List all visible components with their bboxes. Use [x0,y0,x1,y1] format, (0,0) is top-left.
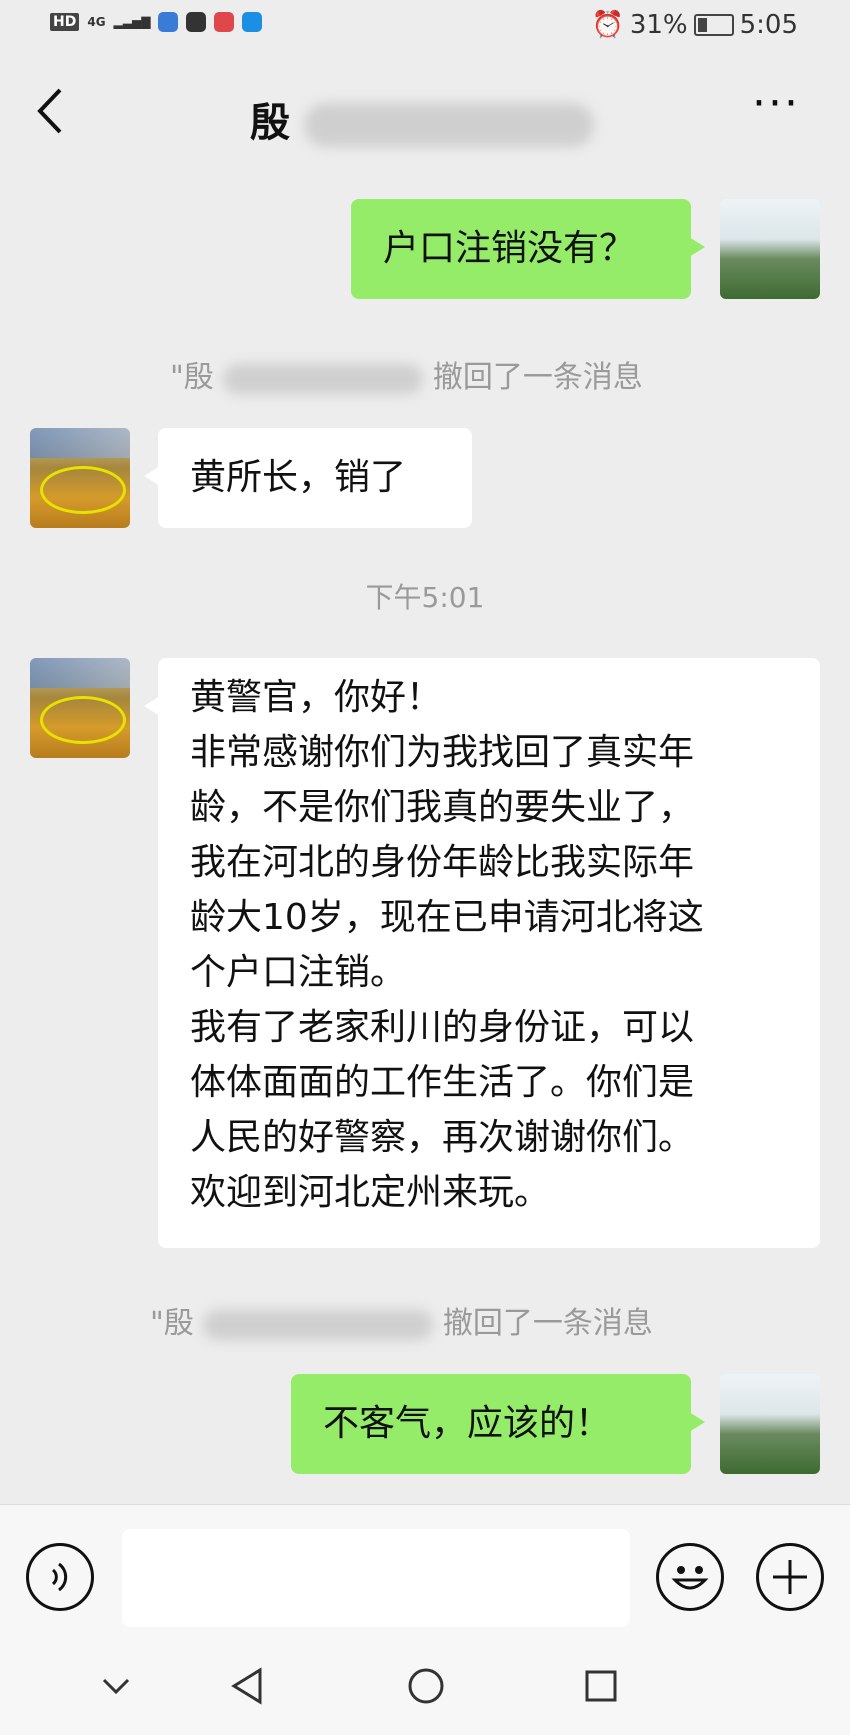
browser-app-icon [158,12,179,32]
status-left: HD 4G ▂▃▅▇ [50,12,263,32]
message-text: 户口注销没有？ [383,228,636,269]
nav-recents-button[interactable] [583,1666,619,1716]
back-button[interactable] [34,86,64,141]
recents-square-icon [585,1670,617,1702]
message-bubble-other[interactable]: 黄所长，销了 [144,428,472,528]
battery-icon [693,14,734,36]
status-bar: HD 4G ▂▃▅▇ ⏰ 31% 5:05 [0,0,850,52]
message-bubble-other-long[interactable]: 黄警官，你好！ 非常感谢你们为我找回了真实年 龄，不是你们我真的要失业了， 我在… [144,658,820,1248]
contact-avatar[interactable] [30,658,130,758]
contact-avatar[interactable] [30,428,130,528]
voice-button[interactable] [26,1543,94,1611]
battery-percent: 31% [629,10,688,40]
more-dots-icon: ··· [752,78,800,129]
alarm-icon: ⏰ [591,10,624,40]
message-bubble-me[interactable]: 不客气，应该的！ [291,1374,705,1474]
emoji-button[interactable] [656,1543,724,1611]
voice-icon [51,1562,68,1592]
redacted-name [303,103,594,147]
chat-title: 殷 [250,90,594,148]
my-avatar[interactable] [720,199,820,299]
chevron-down-button[interactable] [100,1666,132,1716]
home-circle-icon [408,1668,444,1704]
chevron-left-icon [37,88,62,134]
signal-bars-icon: ▂▃▅▇ [113,15,151,29]
more-button[interactable]: ··· [752,78,800,129]
back-triangle-icon [231,1667,262,1705]
cloud-app-icon [242,12,263,32]
recall-prefix: "殷 [170,360,214,395]
message-text: 黄警官，你好！ 非常感谢你们为我找回了真实年 龄，不是你们我真的要失业了， 我在… [190,677,704,1213]
chat-title-visible: 殷 [250,100,290,146]
clock-time: 5:05 [739,10,798,40]
nav-back-button[interactable] [230,1666,266,1716]
recall-prefix: "殷 [150,1306,194,1341]
system-nav-bar [0,1646,850,1735]
recall-notice: "殷 撤回了一条消息 [170,352,643,396]
plus-icon [773,1560,807,1594]
time-divider: 下午5:01 [365,581,485,614]
message-input[interactable] [122,1529,630,1627]
status-right: ⏰ 31% 5:05 [591,10,798,40]
message-bubble-me[interactable]: 户口注销没有？ [351,199,705,299]
recall-suffix: 撤回了一条消息 [432,360,643,395]
plus-button[interactable] [756,1543,824,1611]
redacted-name [203,1309,434,1340]
recall-notice: "殷 撤回了一条消息 [150,1298,653,1342]
nav-home-button[interactable] [406,1666,446,1716]
recall-suffix: 撤回了一条消息 [442,1306,653,1341]
chevron-down-icon [102,1678,130,1695]
message-text: 黄所长，销了 [190,457,407,498]
hd-label: HD [50,13,80,31]
message-text: 不客气，应该的！ [323,1403,612,1444]
redacted-name [223,363,424,394]
input-bar [0,1504,850,1647]
message-app-icon [186,12,207,32]
signal-label: 4G [87,15,106,29]
emoji-icon [671,1566,709,1590]
chat-header: 殷 ··· [0,52,850,170]
book-app-icon [214,12,235,32]
my-avatar[interactable] [720,1374,820,1474]
